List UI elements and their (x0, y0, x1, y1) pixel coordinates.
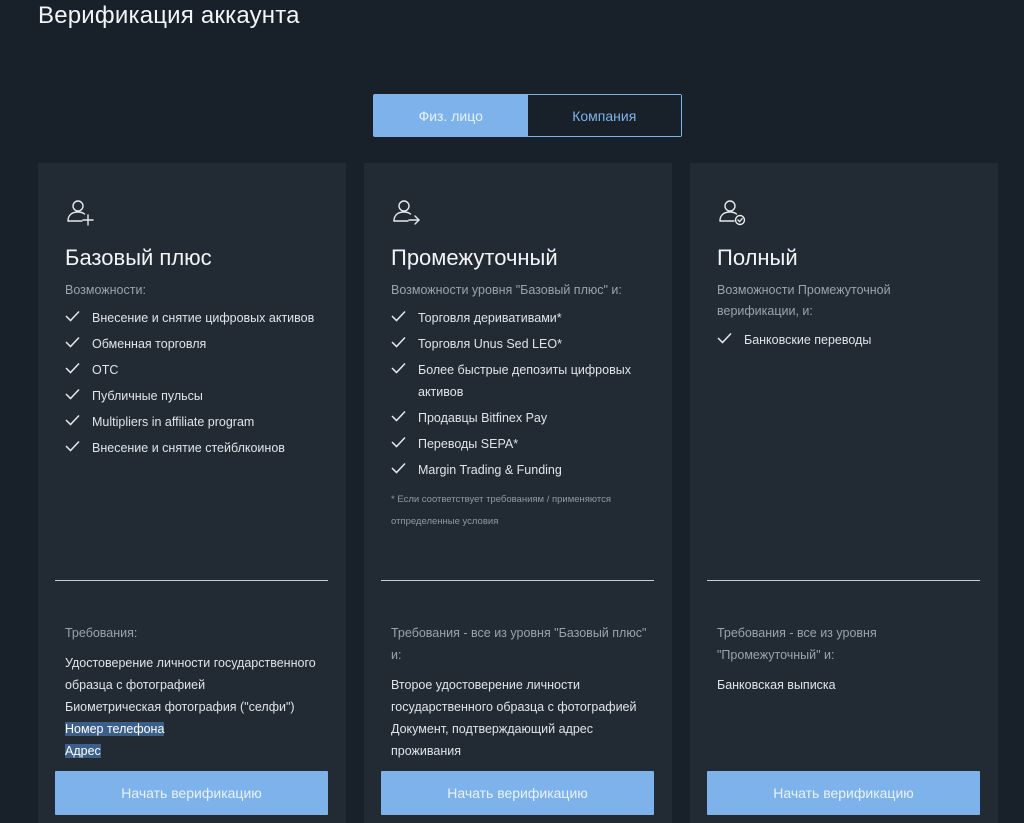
requirements-title: Требования: (65, 626, 138, 640)
account-type-switcher: Физ. лицо Компания (373, 94, 682, 137)
requirements-list: Удостоверение личности государственного … (65, 652, 330, 762)
requirement-text: Адрес (65, 744, 101, 758)
user-check-icon (717, 196, 749, 228)
requirement-item: Биометрическая фотография ("селфи") (65, 700, 295, 714)
feature-label: Margin Trading & Funding (418, 463, 562, 477)
feature-list: Торговля деривативами* Торговля Unus Sed… (391, 307, 656, 485)
list-item: Торговля деривативами* (391, 307, 656, 329)
feature-label: Публичные пульсы (92, 389, 203, 403)
requirement-item: Второе удостоверение личности государств… (391, 678, 637, 714)
feature-list: Внесение и снятие цифровых активов Обмен… (65, 307, 330, 463)
requirement-text: Номер телефона (65, 722, 165, 736)
feature-list: Банковские переводы (717, 329, 982, 355)
divider (381, 580, 654, 581)
card-subtitle: Возможности: (65, 283, 146, 297)
start-verification-button[interactable]: Начать верификацию (707, 771, 980, 815)
check-icon (391, 410, 406, 422)
check-icon (65, 440, 80, 452)
list-item: Публичные пульсы (65, 385, 330, 407)
card-title: Полный (717, 245, 798, 270)
check-icon (391, 362, 406, 374)
card-intermediate: Промежуточный Возможности уровня "Базовы… (364, 163, 672, 823)
check-icon (65, 414, 80, 426)
requirement-item: Номер телефона (65, 718, 330, 740)
card-subtitle: Возможности Промежуточной верификации, и… (717, 283, 891, 318)
card-full: Полный Возможности Промежуточной верифик… (690, 163, 998, 823)
check-icon (65, 388, 80, 400)
requirement-item: Документ, подтверждающий адрес проживани… (391, 722, 593, 758)
feature-label: OTC (92, 363, 119, 377)
feature-label: Торговля деривативами* (418, 311, 562, 325)
card-subtitle: Возможности уровня "Базовый плюс" и: (391, 283, 622, 297)
list-item: Внесение и снятие стейблкоинов (65, 437, 330, 459)
card-title: Базовый плюс (65, 245, 212, 270)
tab-individual[interactable]: Физ. лицо (374, 95, 528, 136)
divider (707, 580, 980, 581)
user-arrow-icon (391, 196, 423, 228)
list-item: Внесение и снятие цифровых активов (65, 307, 330, 329)
user-plus-icon (65, 196, 97, 228)
check-icon (717, 332, 732, 344)
start-verification-button[interactable]: Начать верификацию (381, 771, 654, 815)
feature-label: Внесение и снятие цифровых активов (92, 311, 315, 325)
feature-label: Multipliers in affiliate program (92, 415, 255, 429)
feature-label: Более быстрые депозиты цифровых активов (418, 363, 631, 399)
requirement-item: Банковская выписка (717, 678, 836, 692)
card-basic-plus: Базовый плюс Возможности: Внесение и сня… (38, 163, 346, 823)
check-icon (65, 362, 80, 374)
list-item: Торговля Unus Sed LEO* (391, 333, 656, 355)
list-item: Более быстрые депозиты цифровых активов (391, 359, 656, 403)
list-item: OTC (65, 359, 330, 381)
card-title: Промежуточный (391, 245, 558, 270)
list-item: Multipliers in affiliate program (65, 411, 330, 433)
list-item: Банковские переводы (717, 329, 982, 351)
feature-label: Обменная торговля (92, 337, 207, 351)
check-icon (391, 336, 406, 348)
requirements-title: Требования - все из уровня "Базовый плюс… (391, 626, 647, 662)
requirements-list: Второе удостоверение личности государств… (391, 674, 656, 762)
check-icon (65, 336, 80, 348)
list-item: Margin Trading & Funding (391, 459, 656, 481)
divider (55, 580, 328, 581)
page-title: Верификация аккаунта (38, 2, 300, 29)
feature-label: Переводы SEPA* (418, 437, 519, 451)
check-icon (391, 436, 406, 448)
check-icon (391, 310, 406, 322)
list-item: Переводы SEPA* (391, 433, 656, 455)
feature-label: Банковские переводы (744, 333, 872, 347)
feature-label: Торговля Unus Sed LEO* (418, 337, 562, 351)
check-icon (65, 310, 80, 322)
list-item: Продавцы Bitfinex Pay (391, 407, 656, 429)
requirement-item: Адрес (65, 740, 330, 762)
list-item: Обменная торговля (65, 333, 330, 355)
requirements-list: Банковская выписка (717, 674, 982, 696)
requirement-item: Удостоверение личности государственного … (65, 656, 316, 692)
requirements-title: Требования - все из уровня "Промежуточны… (717, 626, 877, 662)
check-icon (391, 462, 406, 474)
feature-label: Внесение и снятие стейблкоинов (92, 441, 285, 455)
start-verification-button[interactable]: Начать верификацию (55, 771, 328, 815)
tab-company[interactable]: Компания (527, 95, 681, 136)
footnote: * Если соответствует требованиям / приме… (391, 494, 611, 527)
feature-label: Продавцы Bitfinex Pay (418, 411, 548, 425)
